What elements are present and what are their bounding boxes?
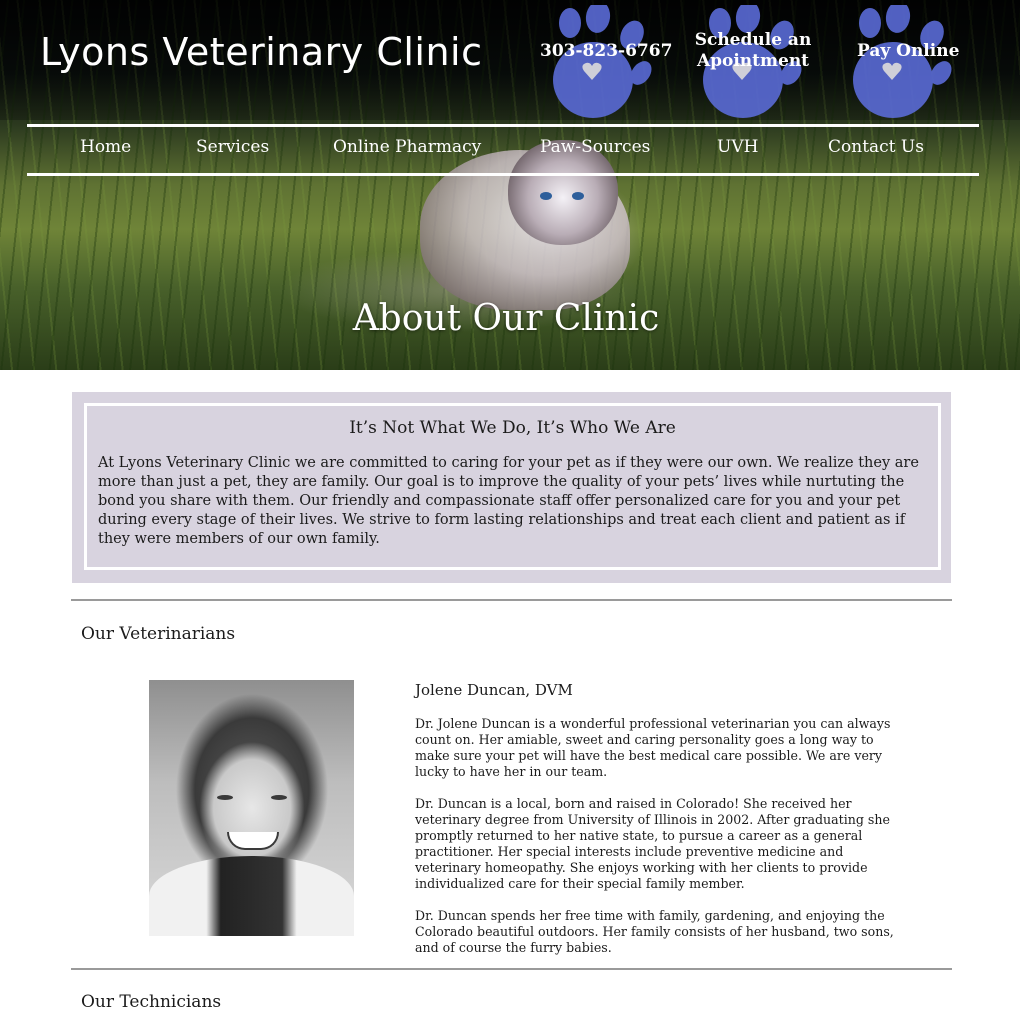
schedule-label-line1: Schedule an bbox=[694, 30, 812, 50]
page-title: About Our Clinic bbox=[352, 298, 660, 339]
photo-shoulders bbox=[149, 856, 354, 936]
intro-body: At Lyons Veterinary Clinic we are commit… bbox=[98, 455, 919, 547]
section-divider bbox=[71, 599, 952, 601]
pay-online-link[interactable]: Pay Online bbox=[857, 41, 959, 62]
veterinarians-heading: Our Veterinarians bbox=[81, 624, 236, 644]
phone-link[interactable]: 303-823-6767 bbox=[540, 41, 672, 62]
nav-item-contact-us[interactable]: Contact Us bbox=[828, 137, 924, 157]
main-nav: Home Services Online Pharmacy Paw-Source… bbox=[27, 124, 979, 176]
vet-photo bbox=[149, 680, 354, 936]
paw-icon bbox=[848, 1, 958, 120]
intro-heading: It’s Not What We Do, It’s Who We Are bbox=[349, 418, 676, 438]
vet-bio-paragraph: Dr. Jolene Duncan is a wonderful profess… bbox=[415, 716, 891, 779]
photo-smile bbox=[227, 832, 279, 850]
nav-item-home[interactable]: Home bbox=[80, 137, 131, 157]
technicians-heading: Our Technicians bbox=[81, 992, 222, 1012]
section-divider bbox=[71, 968, 952, 970]
nav-item-online-pharmacy[interactable]: Online Pharmacy bbox=[333, 137, 481, 157]
schedule-appointment-link[interactable]: Schedule an Apointment bbox=[690, 30, 816, 72]
intro-box-border: It’s Not What We Do, It’s Who We Are At … bbox=[84, 403, 941, 570]
intro-box: It’s Not What We Do, It’s Who We Are At … bbox=[72, 392, 951, 583]
site-logo[interactable]: Lyons Veterinary Clinic bbox=[40, 30, 483, 74]
hero-banner: Lyons Veterinary Clinic 303-823-6767 Sch… bbox=[0, 0, 1020, 370]
vet-bio-paragraph: Dr. Duncan spends her free time with fam… bbox=[415, 908, 894, 955]
photo-eyes bbox=[217, 795, 287, 801]
vet-bio-paragraph: Dr. Duncan is a local, born and raised i… bbox=[415, 796, 890, 891]
paw-icon bbox=[548, 1, 658, 120]
nav-item-services[interactable]: Services bbox=[196, 137, 269, 157]
vet-name: Jolene Duncan, DVM bbox=[415, 681, 573, 699]
nav-item-paw-sources[interactable]: Paw-Sources bbox=[540, 137, 650, 157]
schedule-label-line2: Apointment bbox=[696, 51, 810, 71]
nav-item-uvh[interactable]: UVH bbox=[717, 137, 758, 157]
